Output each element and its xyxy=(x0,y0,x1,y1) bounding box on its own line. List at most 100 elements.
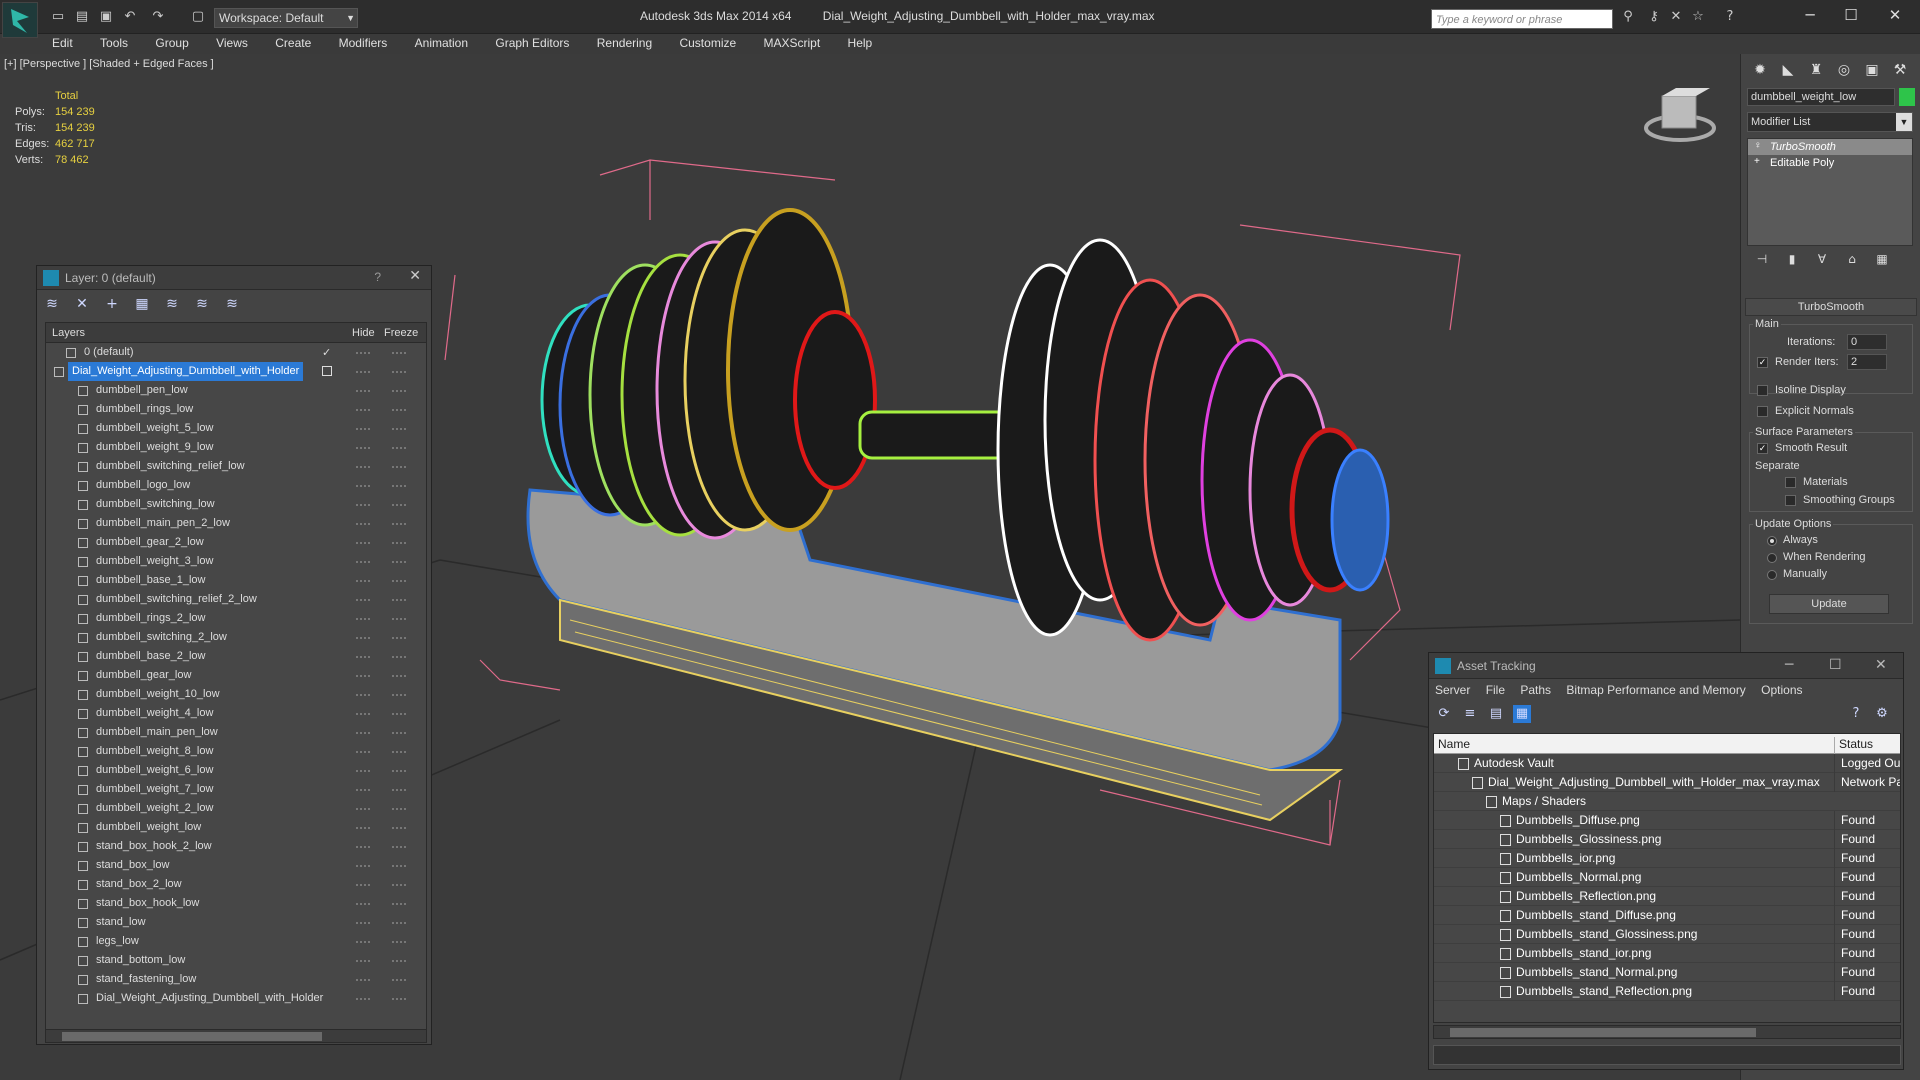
layer-panel-header[interactable]: Layer: 0 (default) ? ✕ xyxy=(37,266,431,290)
hide-toggle[interactable] xyxy=(356,618,370,620)
smoothing-groups-checkbox[interactable] xyxy=(1785,495,1796,506)
make-unique-icon[interactable]: ∀ xyxy=(1807,252,1837,266)
modify-tab-icon[interactable]: ◣ xyxy=(1777,60,1799,80)
hide-toggle[interactable] xyxy=(356,903,370,905)
layer-row[interactable]: legs_low xyxy=(46,932,426,951)
scrollbar-thumb[interactable] xyxy=(62,1032,322,1041)
stack-item-editable-poly[interactable]: + Editable Poly xyxy=(1748,155,1912,171)
layer-row[interactable]: stand_box_hook_2_low xyxy=(46,837,426,856)
layer-row[interactable]: dumbbell_rings_2_low xyxy=(46,609,426,628)
search-input[interactable]: Type a keyword or phrase xyxy=(1431,9,1613,29)
pin-stack-icon[interactable]: ⊣ xyxy=(1747,252,1777,266)
hide-toggle[interactable] xyxy=(356,599,370,601)
layer-row[interactable]: Dial_Weight_Adjusting_Dumbbell_with_Hold… xyxy=(46,989,426,1008)
create-tab-icon[interactable]: ✹ xyxy=(1749,60,1771,80)
hide-toggle[interactable] xyxy=(356,447,370,449)
hide-toggle[interactable] xyxy=(356,998,370,1000)
modifier-list-dropdown[interactable]: Modifier List ▼ xyxy=(1747,112,1913,132)
freeze-toggle[interactable] xyxy=(392,808,406,810)
materials-checkbox[interactable] xyxy=(1785,477,1796,488)
smooth-result-checkbox[interactable]: ✓ xyxy=(1757,443,1768,454)
freeze-toggle[interactable] xyxy=(392,941,406,943)
hide-toggle[interactable] xyxy=(356,941,370,943)
freeze-toggle[interactable] xyxy=(392,409,406,411)
layer-row[interactable]: stand_box_2_low xyxy=(46,875,426,894)
asset-row[interactable]: Dumbbells_stand_Normal.png Found xyxy=(1434,963,1900,982)
hide-toggle[interactable] xyxy=(356,713,370,715)
menu-create[interactable]: Create xyxy=(263,34,323,52)
refresh-icon[interactable]: ⟳ xyxy=(1435,705,1453,723)
maximize-icon[interactable]: ☐ xyxy=(1829,657,1842,673)
freeze-toggle[interactable] xyxy=(392,637,406,639)
layer-row[interactable]: dumbbell_base_2_low xyxy=(46,647,426,666)
open-file-icon[interactable]: ▤ xyxy=(74,9,90,25)
asset-horizontal-scrollbar[interactable] xyxy=(1433,1025,1901,1039)
iterations-spinner[interactable]: 0 xyxy=(1847,334,1887,350)
hide-toggle[interactable] xyxy=(356,922,370,924)
freeze-toggle[interactable] xyxy=(392,428,406,430)
layer-row[interactable]: dumbbell_weight_5_low xyxy=(46,419,426,438)
menu-animation[interactable]: Animation xyxy=(403,34,480,52)
hide-toggle[interactable] xyxy=(356,694,370,696)
hide-all-layers-icon[interactable]: ≋ xyxy=(193,296,211,312)
asset-row[interactable]: Dumbbells_stand_Reflection.png Found xyxy=(1434,982,1900,1001)
freeze-toggle[interactable] xyxy=(392,485,406,487)
hide-toggle[interactable] xyxy=(356,979,370,981)
table-view-icon[interactable]: ▦ xyxy=(1513,705,1531,723)
key-icon[interactable]: ⚷ xyxy=(1646,9,1662,25)
explicit-normals-checkbox[interactable] xyxy=(1757,406,1768,417)
layer-row[interactable]: dumbbell_gear_low xyxy=(46,666,426,685)
asset-row[interactable]: Dumbbells_stand_ior.png Found xyxy=(1434,944,1900,963)
asset-row[interactable]: Dumbbells_Normal.png Found xyxy=(1434,868,1900,887)
asset-row[interactable]: Dumbbells_Diffuse.png Found xyxy=(1434,811,1900,830)
asset-row[interactable]: Dumbbells_ior.png Found xyxy=(1434,849,1900,868)
layer-row[interactable]: dumbbell_weight_9_low xyxy=(46,438,426,457)
favorites-star-icon[interactable]: ☆ xyxy=(1690,9,1706,25)
layer-row[interactable]: dumbbell_switching_low xyxy=(46,495,426,514)
configure-sets-icon[interactable]: ▦ xyxy=(1867,252,1897,266)
layer-row[interactable]: dumbbell_switching_relief_low xyxy=(46,457,426,476)
menu-tools[interactable]: Tools xyxy=(88,34,140,52)
freeze-toggle[interactable] xyxy=(392,789,406,791)
layer-row[interactable]: stand_fastening_low xyxy=(46,970,426,989)
active-layer-check-icon[interactable]: ✓ xyxy=(322,343,331,362)
asset-row[interactable]: Autodesk Vault Logged Out xyxy=(1434,754,1900,773)
layer-row[interactable]: dumbbell_weight_4_low xyxy=(46,704,426,723)
motion-tab-icon[interactable]: ◎ xyxy=(1833,60,1855,80)
when-rendering-radio[interactable] xyxy=(1767,553,1777,563)
help-icon[interactable]: ? xyxy=(1722,9,1738,25)
freeze-toggle[interactable] xyxy=(392,751,406,753)
hide-toggle[interactable] xyxy=(356,960,370,962)
menu-group[interactable]: Group xyxy=(143,34,200,52)
layer-row[interactable]: dumbbell_weight_10_low xyxy=(46,685,426,704)
display-tab-icon[interactable]: ▣ xyxy=(1861,60,1883,80)
settings-icon[interactable]: ⚙ xyxy=(1873,705,1891,723)
layer-row[interactable]: dumbbell_weight_low xyxy=(46,818,426,837)
project-folder-icon[interactable]: ▢ xyxy=(190,9,206,25)
render-iters-checkbox[interactable]: ✓ xyxy=(1757,357,1768,368)
list-view-icon[interactable]: ≡ xyxy=(1461,705,1479,723)
new-file-icon[interactable]: ▭ xyxy=(50,9,66,25)
stack-item-turbosmooth[interactable]: ♀ TurboSmooth xyxy=(1748,139,1912,155)
add-to-layer-icon[interactable]: + xyxy=(103,296,121,312)
always-radio[interactable] xyxy=(1767,536,1777,546)
hide-toggle[interactable] xyxy=(356,656,370,658)
menu-rendering[interactable]: Rendering xyxy=(585,34,664,52)
asset-row[interactable]: Dumbbells_stand_Diffuse.png Found xyxy=(1434,906,1900,925)
minimize-icon[interactable]: ─ xyxy=(1785,657,1793,673)
freeze-toggle[interactable] xyxy=(392,903,406,905)
hide-toggle[interactable] xyxy=(356,428,370,430)
remove-modifier-icon[interactable]: ⌂ xyxy=(1837,252,1867,266)
close-icon[interactable]: ✕ xyxy=(1875,657,1887,673)
hide-toggle[interactable] xyxy=(356,390,370,392)
set-active-layer-box[interactable] xyxy=(322,366,332,376)
layer-row[interactable]: dumbbell_weight_7_low xyxy=(46,780,426,799)
layer-row[interactable]: 0 (default) ✓ xyxy=(46,343,426,362)
undo-icon[interactable]: ↶ xyxy=(122,9,138,25)
menu-help[interactable]: Help xyxy=(836,34,885,52)
layer-row[interactable]: dumbbell_weight_2_low xyxy=(46,799,426,818)
hide-toggle[interactable] xyxy=(356,466,370,468)
freeze-toggle[interactable] xyxy=(392,561,406,563)
layer-horizontal-scrollbar[interactable] xyxy=(45,1029,427,1043)
hide-toggle[interactable] xyxy=(356,409,370,411)
